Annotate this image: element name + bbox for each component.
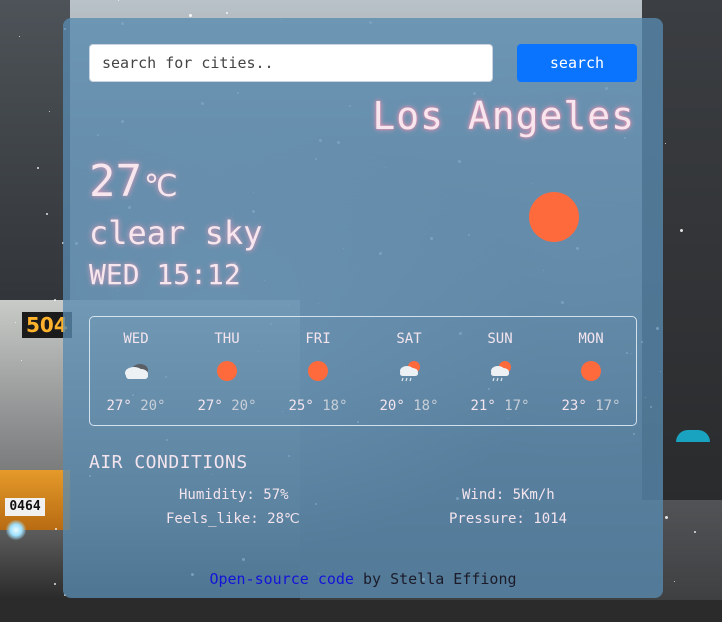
snowflake: [189, 14, 192, 17]
forecast-high: 27°: [197, 398, 223, 414]
snowflake: [15, 322, 16, 323]
snowflake: [49, 111, 50, 112]
snowflake: [54, 299, 56, 301]
forecast-temps: 25° 18°: [272, 398, 364, 414]
forecast-strip: WED 27° 20° THU 27° 20° FRI 25° 18° SAT …: [89, 316, 637, 426]
forecast-low: 17°: [504, 398, 530, 414]
building-left: [0, 0, 70, 330]
snowflake: [665, 143, 666, 144]
umbrella: [676, 430, 710, 442]
sun-icon: [529, 192, 579, 242]
forecast-temps: 27° 20°: [181, 398, 273, 414]
rain-sun-cloud-icon: [486, 359, 514, 383]
sun-icon: [577, 359, 605, 383]
snowflake: [665, 516, 668, 519]
forecast-low: 20°: [140, 398, 166, 414]
snowflake: [46, 213, 48, 215]
forecast-day-name: FRI: [305, 331, 331, 347]
forecast-low: 18°: [413, 398, 439, 414]
search-input[interactable]: [89, 44, 493, 82]
source-code-link[interactable]: Open-source code: [209, 570, 354, 588]
forecast-day: THU 27° 20°: [181, 317, 273, 425]
air-conditions-title: AIR CONDITIONS: [89, 452, 248, 473]
forecast-high: 21°: [470, 398, 496, 414]
forecast-low: 17°: [595, 398, 621, 414]
sun-icon: [213, 359, 241, 383]
bus-plate: 0464: [5, 498, 45, 516]
snowflake: [37, 167, 39, 169]
forecast-temps: 21° 17°: [454, 398, 546, 414]
snowflake: [118, 0, 119, 1]
rain-sun-cloud-icon: [395, 359, 423, 383]
forecast-day: SAT 20° 18°: [363, 317, 455, 425]
footer: Open-source code by Stella Effiong: [63, 570, 663, 588]
temperature-value: 27: [89, 156, 142, 207]
forecast-high: 23°: [561, 398, 587, 414]
search-button[interactable]: search: [517, 44, 637, 82]
forecast-day-name: WED: [123, 331, 149, 347]
road: [0, 600, 722, 622]
weather-condition: clear sky: [89, 214, 263, 252]
forecast-day-name: SUN: [487, 331, 513, 347]
cloud-icon: [122, 359, 150, 383]
temperature-unit: ℃: [143, 169, 178, 204]
humidity-value: Humidity: 57%: [179, 487, 289, 503]
current-temperature: 27℃: [89, 156, 178, 207]
forecast-day-name: MON: [578, 331, 604, 347]
snowflake: [674, 581, 675, 582]
forecast-high: 25°: [288, 398, 314, 414]
weather-card: search Los Angeles 27℃ clear sky WED 15:…: [63, 18, 663, 598]
forecast-low: 20°: [231, 398, 257, 414]
forecast-day: FRI 25° 18°: [272, 317, 364, 425]
forecast-low: 18°: [322, 398, 348, 414]
snowflake: [19, 36, 20, 37]
current-datetime: WED 15:12: [89, 258, 241, 291]
snowflake: [55, 528, 57, 530]
forecast-day: MON 23° 17°: [545, 317, 637, 425]
snowflake: [54, 583, 56, 585]
sun-icon: [304, 359, 332, 383]
feels-like-value: Feels_like: 28℃: [166, 511, 300, 527]
forecast-high: 27°: [106, 398, 132, 414]
snowflake: [21, 360, 22, 361]
city-name: Los Angeles: [372, 94, 635, 138]
forecast-day-name: THU: [214, 331, 240, 347]
bus-headlight: [6, 520, 26, 540]
snowflake: [694, 531, 696, 533]
forecast-temps: 20° 18°: [363, 398, 455, 414]
forecast-day-name: SAT: [396, 331, 422, 347]
forecast-high: 20°: [379, 398, 405, 414]
forecast-temps: 23° 17°: [545, 398, 637, 414]
snowflake: [226, 12, 228, 14]
author-credit: by Stella Effiong: [353, 570, 517, 588]
pressure-value: Pressure: 1014: [449, 511, 568, 527]
wind-value: Wind: 5Km/h: [462, 487, 555, 503]
forecast-day: WED 27° 20°: [90, 317, 182, 425]
forecast-temps: 27° 20°: [90, 398, 182, 414]
snowflake: [680, 229, 683, 232]
forecast-day: SUN 21° 17°: [454, 317, 546, 425]
